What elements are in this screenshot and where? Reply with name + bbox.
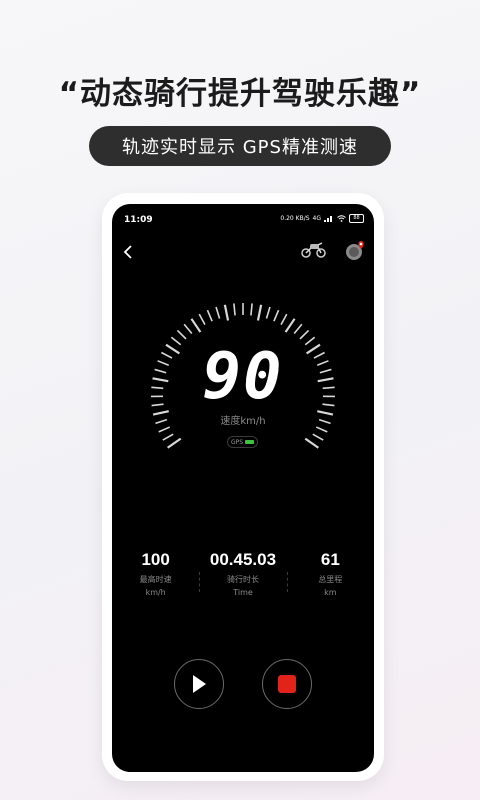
current-speed: 90	[202, 340, 284, 414]
gauge-tick	[233, 303, 236, 316]
stat-ride-duration: 00.45.03 骑行时长 Time	[199, 550, 286, 597]
stat-unit: km/h	[145, 588, 166, 597]
gps-signal-icon	[245, 440, 255, 444]
gauge-tick	[280, 313, 288, 326]
speed-unit-label: 速度km/h	[220, 416, 266, 427]
gauge-tick	[158, 426, 171, 433]
gauge-tick	[167, 437, 182, 449]
gauge-tick	[250, 303, 253, 316]
signal-icon	[324, 216, 332, 222]
status-bar: 11:09 0.20 KB/S 4G 88	[112, 204, 374, 232]
stat-label: 最高时速	[139, 575, 172, 584]
gauge-tick	[190, 318, 202, 333]
stat-value: 61	[320, 550, 340, 569]
status-icons: 0.20 KB/S 4G 88	[280, 214, 364, 223]
stat-unit: Time	[233, 588, 253, 597]
promo-headline: “动态骑行提升驾驶乐趣”	[58, 76, 422, 112]
app-screen: 11:09 0.20 KB/S 4G 88 90 速度km/h GPS 100 …	[112, 204, 374, 772]
gauge-tick	[223, 304, 230, 321]
wifi-icon	[337, 215, 346, 222]
network-speed: 0.20 KB/S	[280, 215, 310, 222]
gauge-tick	[293, 323, 303, 335]
stat-value: 100	[141, 550, 170, 569]
promo-subtitle-pill: 轨迹实时显示 GPS精准测速	[89, 126, 391, 166]
gauge-tick	[273, 309, 280, 322]
gps-badge: GPS	[227, 436, 259, 448]
back-chevron-icon[interactable]	[122, 244, 134, 260]
gps-label: GPS	[231, 438, 244, 446]
gauge-tick	[315, 426, 328, 433]
stat-value: 00.45.03	[209, 550, 277, 569]
stat-total-distance: 61 总里程 km	[286, 550, 374, 597]
gauge-tick	[304, 437, 319, 449]
stat-max-speed: 100 最高时速 km/h	[112, 550, 199, 597]
status-time: 11:09	[124, 215, 153, 225]
nav-bar	[112, 238, 374, 266]
stat-label: 总里程	[318, 575, 343, 584]
gauge-tick	[215, 306, 221, 319]
start-ride-button[interactable]	[174, 659, 224, 709]
stat-unit: km	[324, 588, 337, 597]
stat-label: 骑行时长	[226, 575, 259, 584]
network-type: 4G	[312, 215, 321, 222]
motorcycle-icon[interactable]	[301, 240, 327, 260]
ride-stats: 100 最高时速 km/h 00.45.03 骑行时长 Time 61 总里程 …	[112, 550, 374, 597]
gauge-tick	[265, 306, 271, 319]
gauge-tick	[183, 323, 193, 335]
gauge-tick	[312, 433, 324, 441]
gauge-tick	[176, 329, 187, 340]
play-icon	[193, 675, 206, 693]
gauge-tick	[284, 318, 296, 333]
gauge-tick	[299, 329, 310, 340]
location-pin-icon[interactable]	[345, 239, 367, 263]
gauge-tick	[162, 433, 174, 441]
stop-ride-button[interactable]	[262, 659, 312, 709]
gauge-tick	[206, 309, 213, 322]
gauge-tick	[256, 304, 263, 321]
gauge-tick	[198, 313, 206, 326]
battery-icon: 88	[349, 214, 364, 223]
stop-icon	[278, 675, 296, 693]
